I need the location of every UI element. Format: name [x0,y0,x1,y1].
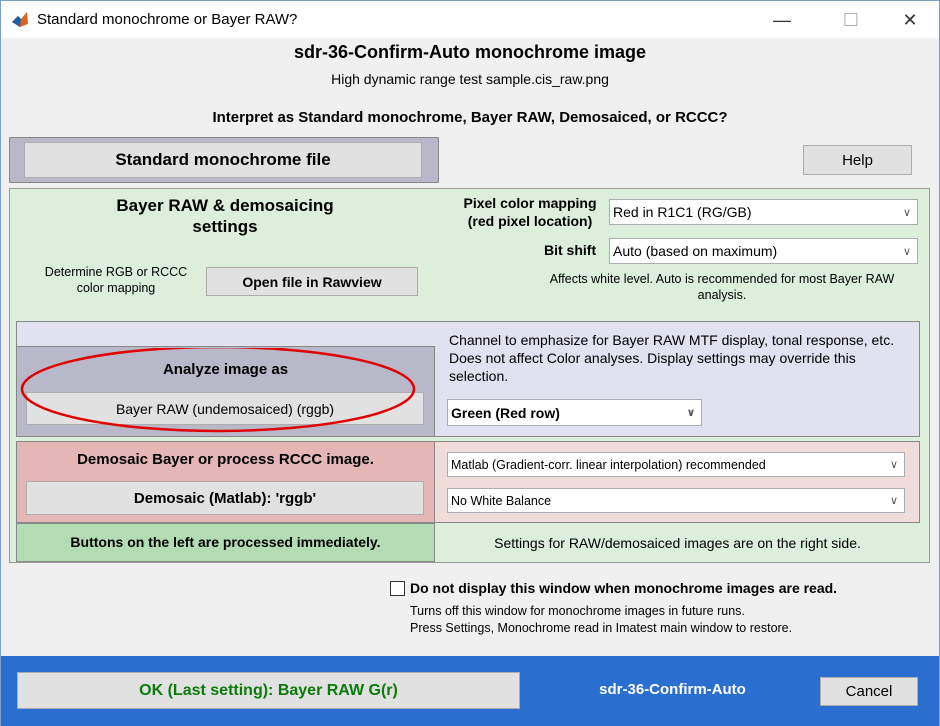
demosaic-algorithm-select[interactable]: Matlab (Gradient-corr. linear interpolat… [447,452,905,477]
chevron-down-icon: ∨ [902,245,912,258]
ok-button[interactable]: OK (Last setting): Bayer RAW G(r) [17,672,520,709]
chevron-down-icon: ∨ [686,407,696,419]
channel-note: Channel to emphasize for Bayer RAW MTF d… [449,332,895,384]
checkbox-note-2: Press Settings, Monochrome read in Imate… [410,621,793,635]
demosaic-algorithm-value: Matlab (Gradient-corr. linear interpolat… [451,457,766,472]
do-not-display-checkbox[interactable] [390,581,405,596]
channel-select[interactable]: Green (Red row) ∨ [447,399,702,426]
open-rawview-button[interactable]: Open file in Rawview [206,267,418,296]
checkbox-note-1: Turns off this window for monochrome ima… [410,604,745,618]
demosaic-button[interactable]: Demosaic (Matlab): 'rggb' [26,481,424,515]
right-note: Settings for RAW/demosaiced images are o… [494,535,861,551]
chevron-down-icon: ∨ [889,459,899,471]
bit-shift-label: Bit shift [544,242,597,258]
chevron-down-icon: ∨ [902,206,912,219]
annotation-ellipse [20,348,416,433]
window-title: Standard monochrome or Bayer RAW? [37,11,298,28]
interpret-question: Interpret as Standard monochrome, Bayer … [212,109,728,126]
matlab-icon [12,12,28,27]
dialog-heading: sdr-36-Confirm-Auto monochrome image [293,42,647,62]
left-note: Buttons on the left are processed immedi… [70,534,381,550]
help-button[interactable]: Help [803,145,912,175]
bit-shift-note: Affects white level. Auto is recommended… [549,272,895,302]
close-icon[interactable]: ✕ [887,1,933,39]
do-not-display-label: Do not display this window when monochro… [410,580,838,596]
file-name: High dynamic range test sample.cis_raw.p… [331,71,609,87]
title-bar: Standard monochrome or Bayer RAW? — ☐ ✕ [0,0,940,38]
white-balance-select[interactable]: No White Balance ∨ [447,488,905,513]
determine-mapping-label: Determine RGB or RCCC color mapping [44,265,188,295]
chevron-down-icon: ∨ [889,495,899,507]
pixel-mapping-label: Pixel color mapping (red pixel location) [463,195,597,229]
bayer-settings-heading: Bayer RAW & demosaicing settings [116,196,334,236]
cancel-button[interactable]: Cancel [820,677,918,706]
pixel-mapping-value: Red in R1C1 (RG/GB) [613,204,752,220]
bit-shift-value: Auto (based on maximum) [613,243,778,259]
minimize-icon[interactable]: — [759,1,805,39]
bit-shift-select[interactable]: Auto (based on maximum) ∨ [609,238,918,264]
channel-value: Green (Red row) [451,404,560,421]
white-balance-value: No White Balance [451,493,552,508]
pixel-mapping-select[interactable]: Red in R1C1 (RG/GB) ∨ [609,199,918,225]
maximize-icon[interactable]: ☐ [828,1,874,39]
confirm-name-label: sdr-36-Confirm-Auto [599,681,746,698]
demosaic-heading: Demosaic Bayer or process RCCC image. [77,451,374,468]
standard-monochrome-button[interactable]: Standard monochrome file [24,142,422,178]
